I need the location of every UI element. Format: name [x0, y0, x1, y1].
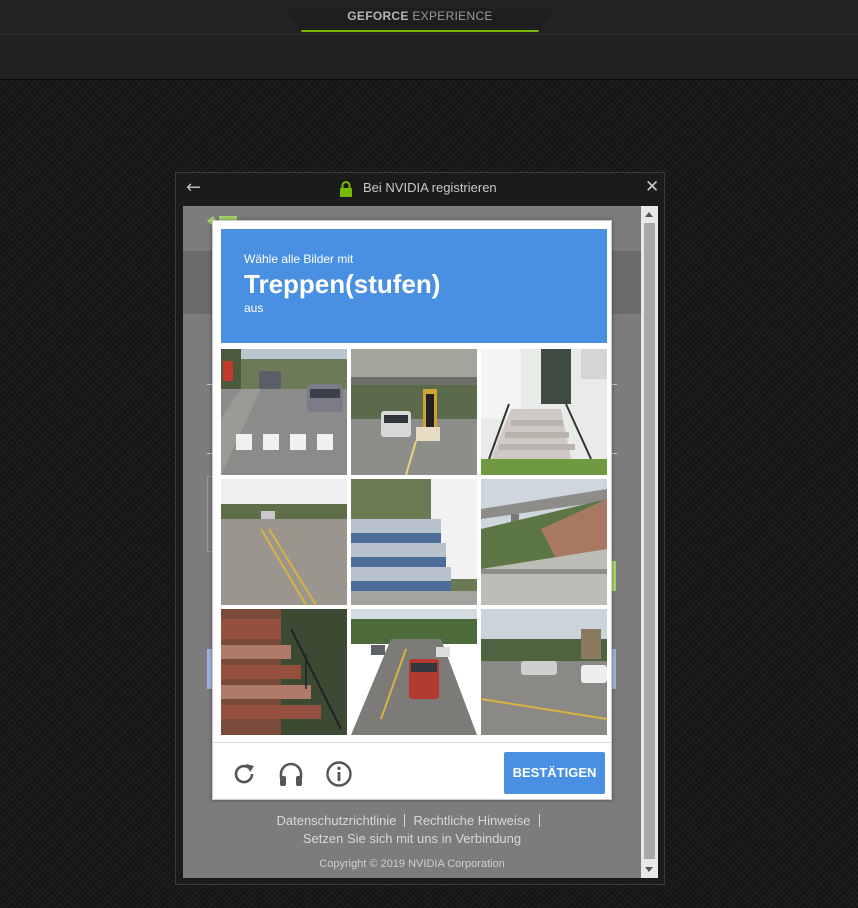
reload-icon[interactable]	[230, 760, 258, 788]
dialog-title: Bei NVIDIA registrieren	[363, 180, 497, 195]
separator	[538, 814, 540, 827]
captcha-tile[interactable]	[351, 479, 477, 605]
captcha-footer: BESTÄTIGEN	[213, 742, 611, 800]
verify-button[interactable]: BESTÄTIGEN	[504, 752, 605, 794]
instruction-target: Treppen(stufen)	[244, 269, 441, 299]
image-grid	[221, 349, 607, 735]
captcha-header: Wähle alle Bilder mit Treppen(stufen) au…	[221, 229, 607, 343]
close-icon[interactable]: ✕	[645, 179, 661, 196]
instruction-prefix: Wähle alle Bilder mit	[244, 252, 354, 266]
scrollbar[interactable]	[641, 206, 658, 878]
captcha-tile[interactable]	[481, 479, 607, 605]
captcha-tile[interactable]	[221, 609, 347, 735]
captcha-tile[interactable]	[481, 349, 607, 475]
instruction-suffix: aus	[244, 301, 264, 315]
scroll-up-icon[interactable]	[645, 212, 653, 217]
footer-links: Datenschutzrichtlinie Rechtliche Hinweise…	[183, 813, 641, 846]
captcha-tile[interactable]	[481, 609, 607, 735]
dialog-header: ← Bei NVIDIA registrieren ✕	[176, 173, 664, 205]
copyright: Copyright © 2019 NVIDIA Corporation	[319, 858, 505, 870]
privacy-link[interactable]: Datenschutzrichtlinie	[276, 813, 396, 828]
captcha-tile[interactable]	[221, 479, 347, 605]
scroll-down-icon[interactable]	[645, 867, 653, 872]
scroll-thumb[interactable]	[644, 223, 655, 859]
captcha-tile[interactable]	[221, 349, 347, 475]
separator	[404, 814, 406, 827]
legal-link[interactable]: Rechtliche Hinweise	[413, 813, 530, 828]
info-icon[interactable]	[325, 760, 353, 788]
back-arrow-icon[interactable]: ←	[186, 178, 206, 198]
nav-bar	[0, 34, 858, 80]
headphones-icon[interactable]	[277, 760, 305, 788]
lock-icon	[340, 181, 352, 197]
captcha-tile[interactable]	[351, 349, 477, 475]
top-bar: GEFORCE EXPERIENCE	[0, 0, 858, 34]
contact-link[interactable]: Setzen Sie sich mit uns in Verbindung	[303, 831, 521, 846]
captcha-challenge: Wähle alle Bilder mit Treppen(stufen) au…	[212, 220, 612, 800]
captcha-tile[interactable]	[351, 609, 477, 735]
app-logo: GEFORCE EXPERIENCE	[347, 9, 493, 23]
